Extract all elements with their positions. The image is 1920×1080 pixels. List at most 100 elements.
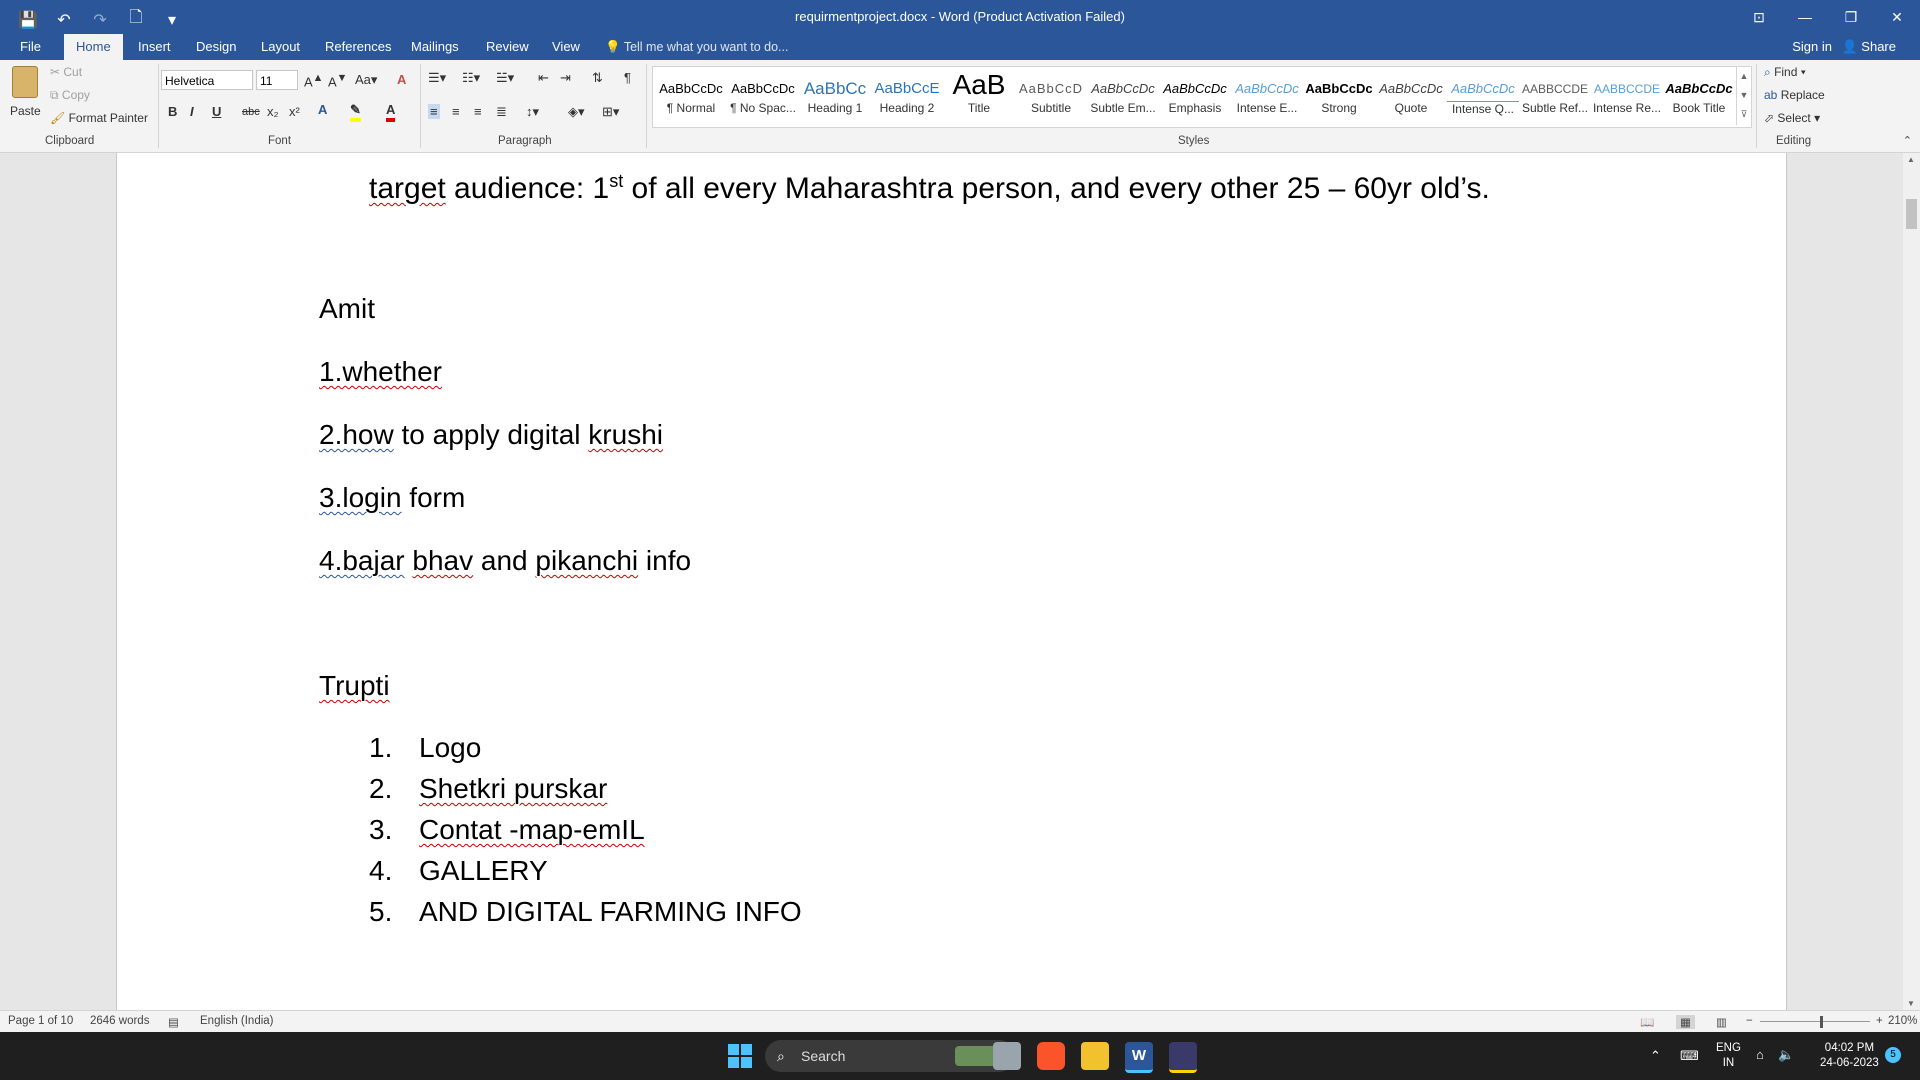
line-spacing-icon[interactable]: ↕▾: [526, 104, 539, 120]
font-name-box[interactable]: Helvetica: [161, 70, 253, 90]
document-page[interactable]: target audience: 1st of all every Mahara…: [116, 153, 1787, 1010]
word-count[interactable]: 2646 words: [90, 1015, 149, 1027]
bullets-icon[interactable]: ☰▾: [428, 70, 446, 86]
ribbon-display-options-icon[interactable]: ⊡: [1736, 0, 1782, 34]
multilevel-list-icon[interactable]: ☱▾: [496, 70, 514, 86]
align-left-icon[interactable]: ≡: [428, 104, 440, 119]
change-case-icon[interactable]: Aa▾: [355, 72, 377, 88]
word-app-icon[interactable]: W: [1125, 1042, 1153, 1073]
tab-file[interactable]: File: [20, 34, 41, 60]
tab-mailings[interactable]: Mailings: [411, 34, 459, 60]
taskbar-search[interactable]: ⌕ Search: [765, 1040, 1015, 1072]
notification-badge[interactable]: 5: [1885, 1047, 1901, 1063]
page-count[interactable]: Page 1 of 10: [8, 1015, 73, 1027]
style-intense-emphasis[interactable]: AaBbCcDc Intense E...: [1231, 67, 1303, 125]
proofing-icon[interactable]: ▤: [168, 1015, 179, 1029]
sign-in-link[interactable]: Sign in: [1792, 34, 1832, 60]
tell-me-box[interactable]: 💡 Tell me what you want to do...: [605, 34, 788, 60]
highlight-color-icon[interactable]: ✎: [350, 102, 361, 122]
style-subtle-reference[interactable]: AABBCCDE Subtle Ref...: [1519, 67, 1591, 125]
network-icon[interactable]: ⌂: [1756, 1047, 1764, 1062]
bold-icon[interactable]: B: [168, 104, 177, 119]
show-hidden-icons-icon[interactable]: ⌃: [1650, 1048, 1661, 1063]
style-quote[interactable]: AaBbCcDc Quote: [1375, 67, 1447, 125]
keyboard-icon[interactable]: ⌨: [1680, 1048, 1699, 1063]
style-normal[interactable]: AaBbCcDc ¶ Normal: [655, 67, 727, 125]
style-intense-reference[interactable]: AABBCCDE Intense Re...: [1591, 67, 1663, 125]
zoom-level[interactable]: 210%: [1888, 1015, 1917, 1027]
style-subtle-emphasis[interactable]: AaBbCcDc Subtle Em...: [1087, 67, 1159, 125]
tab-design[interactable]: Design: [196, 34, 236, 60]
zoom-out-icon[interactable]: −: [1746, 1015, 1753, 1027]
style-heading-2[interactable]: AaBbCcE Heading 2: [871, 67, 943, 125]
vertical-scrollbar[interactable]: ▲ ▼: [1903, 153, 1920, 1010]
tab-layout[interactable]: Layout: [261, 34, 300, 60]
style-intense-quote[interactable]: AaBbCcDc Intense Q...: [1447, 67, 1519, 125]
font-size-box[interactable]: 11: [256, 70, 298, 90]
numbering-icon[interactable]: ☷▾: [462, 70, 480, 86]
clock[interactable]: 04:02 PM 24-06-2023: [1820, 1041, 1879, 1071]
input-language[interactable]: ENG IN: [1716, 1041, 1741, 1071]
restore-button[interactable]: ❐: [1828, 0, 1874, 34]
read-mode-icon[interactable]: 📖: [1640, 1015, 1654, 1029]
style-subtitle[interactable]: AaBbCcD Subtitle: [1015, 67, 1087, 125]
italic-icon[interactable]: I: [190, 104, 194, 119]
print-layout-icon[interactable]: ▦: [1676, 1015, 1695, 1029]
web-layout-icon[interactable]: ▥: [1716, 1015, 1727, 1029]
task-view-icon[interactable]: [993, 1042, 1021, 1070]
style-title[interactable]: AaB Title: [943, 67, 1015, 125]
shading-icon[interactable]: ◈▾: [568, 104, 585, 120]
underline-icon[interactable]: U: [212, 104, 221, 119]
align-center-icon[interactable]: ≡: [452, 104, 460, 119]
media-app-icon[interactable]: [1169, 1042, 1197, 1073]
font-color-icon[interactable]: A: [386, 102, 396, 122]
select-button[interactable]: ⬀ Select ▾: [1764, 111, 1820, 125]
superscript-icon[interactable]: x²: [289, 104, 300, 119]
decrease-indent-icon[interactable]: ⇤: [538, 70, 549, 86]
scroll-thumb[interactable]: [1906, 199, 1917, 229]
style-heading-1[interactable]: AaBbCc Heading 1: [799, 67, 871, 125]
style-emphasis[interactable]: AaBbCcDc Emphasis: [1159, 67, 1231, 125]
styles-scroll-arrows[interactable]: ▲ ▼ ⊽: [1736, 67, 1751, 125]
language-indicator[interactable]: English (India): [200, 1015, 274, 1027]
volume-icon[interactable]: 🔈: [1778, 1047, 1794, 1062]
strikethrough-icon[interactable]: abc: [242, 106, 260, 118]
grow-font-icon[interactable]: A▲: [304, 72, 323, 89]
sort-icon[interactable]: ⇅: [592, 70, 603, 86]
share-button[interactable]: 👤 Share: [1841, 34, 1896, 60]
tab-review[interactable]: Review: [486, 34, 529, 60]
file-explorer-icon[interactable]: [1081, 1042, 1109, 1070]
copy-button[interactable]: ⧉ Copy: [50, 88, 90, 103]
justify-icon[interactable]: ≣: [496, 104, 507, 120]
borders-icon[interactable]: ⊞▾: [602, 104, 619, 120]
align-right-icon[interactable]: ≡: [474, 104, 482, 119]
tab-insert[interactable]: Insert: [138, 34, 171, 60]
zoom-slider[interactable]: [1760, 1021, 1870, 1022]
scroll-down-icon[interactable]: ▼: [1907, 999, 1915, 1008]
show-paragraph-marks-icon[interactable]: ¶: [624, 70, 631, 85]
clear-formatting-icon[interactable]: A: [397, 72, 406, 87]
tab-references[interactable]: References: [325, 34, 391, 60]
windows-start-icon[interactable]: [728, 1044, 752, 1068]
style-book-title[interactable]: AaBbCcDc Book Title: [1663, 67, 1735, 125]
replace-button[interactable]: ab Replace: [1764, 88, 1825, 102]
scroll-up-icon[interactable]: ▲: [1907, 155, 1915, 164]
shrink-font-icon[interactable]: A▼: [328, 72, 347, 89]
style-no-spacing[interactable]: AaBbCcDc ¶ No Spac...: [727, 67, 799, 125]
close-button[interactable]: ✕: [1874, 0, 1920, 34]
tab-view[interactable]: View: [552, 34, 580, 60]
collapse-ribbon-icon[interactable]: ⌃: [1903, 134, 1912, 147]
zoom-slider-thumb[interactable]: [1820, 1016, 1823, 1028]
style-strong[interactable]: AaBbCcDc Strong: [1303, 67, 1375, 125]
cut-button[interactable]: ✂ Cut: [50, 65, 82, 79]
tab-home[interactable]: Home: [64, 34, 123, 60]
minimize-button[interactable]: —: [1782, 0, 1828, 34]
increase-indent-icon[interactable]: ⇥: [560, 70, 571, 86]
text-effects-icon[interactable]: A: [318, 102, 327, 117]
zoom-in-icon[interactable]: +: [1876, 1015, 1883, 1027]
paste-button[interactable]: Paste: [10, 66, 41, 118]
subscript-icon[interactable]: x₂: [267, 104, 279, 119]
find-button[interactable]: ⌕ Find ▾: [1764, 65, 1806, 80]
brave-browser-icon[interactable]: [1037, 1042, 1065, 1070]
format-painter-button[interactable]: 🖌 Format Painter: [50, 111, 148, 125]
